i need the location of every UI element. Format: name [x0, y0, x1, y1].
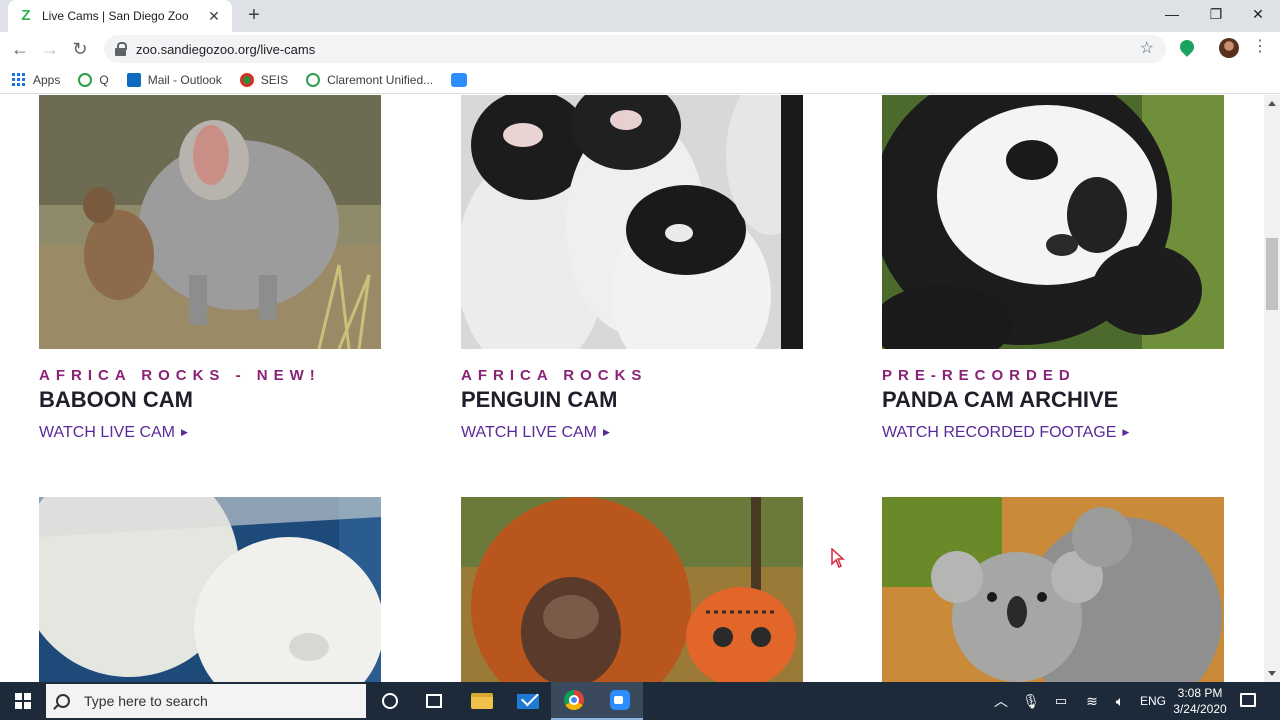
- show-hidden-icons-chevron-icon[interactable]: ︿: [992, 682, 1010, 720]
- volume-icon[interactable]: 🔈︎: [1110, 682, 1130, 720]
- wifi-icon[interactable]: ≋: [1082, 682, 1102, 720]
- start-button[interactable]: [0, 682, 46, 720]
- live-cams-grid: AFRICA ROCKS - NEW! BABOON CAM WATCH LIV…: [0, 95, 1264, 682]
- forward-button[interactable]: →: [38, 37, 62, 61]
- minimize-button[interactable]: —: [1150, 0, 1194, 30]
- apps-grid-icon: [12, 73, 25, 86]
- file-explorer-button[interactable]: [459, 682, 505, 720]
- chrome-taskbar-button[interactable]: [551, 682, 597, 720]
- link-label: WATCH LIVE CAM: [461, 424, 598, 441]
- reload-button[interactable]: ↻: [68, 37, 92, 61]
- chrome-icon: [564, 690, 584, 710]
- q-icon: [306, 72, 321, 87]
- search-icon: [56, 694, 70, 708]
- card-title: PENGUIN CAM: [461, 387, 618, 412]
- bookmark-zoom[interactable]: [451, 72, 474, 87]
- q-icon: [78, 72, 93, 87]
- bookmark-claremont[interactable]: Claremont Unified...: [306, 72, 434, 87]
- panda-cam-image[interactable]: [882, 95, 1224, 349]
- page-scrollbar[interactable]: [1264, 95, 1280, 682]
- mail-app-button[interactable]: [505, 682, 551, 720]
- zoom-icon: [610, 690, 630, 710]
- baboon-cam-image[interactable]: [39, 95, 381, 349]
- watch-recorded-footage-link[interactable]: WATCH RECORDED FOOTAGE ▶: [882, 424, 1129, 442]
- koala-cam-image[interactable]: [882, 497, 1224, 682]
- link-label: WATCH LIVE CAM: [39, 424, 176, 441]
- action-center-icon[interactable]: [1240, 693, 1256, 707]
- scroll-down-arrow-icon[interactable]: [1268, 671, 1276, 676]
- browser-toolbar: ← → ↻ zoo.sandiegozoo.org/live-cams ☆: [0, 32, 1280, 66]
- play-arrow-icon: ▶: [603, 427, 610, 437]
- play-arrow-icon: ▶: [1122, 427, 1130, 437]
- tab-title: Live Cams | San Diego Zoo: [42, 9, 189, 23]
- zoom-icon: [451, 72, 468, 87]
- watch-live-cam-link[interactable]: WATCH LIVE CAM ▶: [461, 424, 610, 442]
- bookmark-q[interactable]: Q: [78, 72, 109, 87]
- cortana-icon: [382, 693, 398, 709]
- clock-time: 3:08 PM: [1177, 686, 1223, 700]
- search-placeholder: Type here to search: [84, 693, 208, 709]
- language-indicator[interactable]: ENG: [1138, 682, 1168, 720]
- card-kicker: AFRICA ROCKS: [461, 367, 648, 384]
- card-title: PANDA CAM ARCHIVE: [882, 387, 1119, 412]
- mail-icon: [517, 693, 539, 709]
- card-kicker: AFRICA ROCKS - NEW!: [39, 367, 321, 384]
- zoom-taskbar-button[interactable]: [597, 682, 643, 720]
- scroll-thumb[interactable]: [1266, 238, 1278, 310]
- seis-icon: [239, 72, 254, 87]
- bookmark-label: Q: [99, 72, 109, 87]
- profile-avatar[interactable]: [1219, 38, 1239, 58]
- bookmark-label: Claremont Unified...: [327, 72, 434, 87]
- task-view-icon: [426, 694, 442, 708]
- microphone-icon[interactable]: 🎙︎: [1022, 682, 1040, 720]
- address-bar[interactable]: zoo.sandiegozoo.org/live-cams ☆: [104, 35, 1166, 63]
- close-tab-icon[interactable]: ✕: [206, 8, 222, 25]
- folder-icon: [471, 693, 493, 709]
- bookmark-star-icon[interactable]: ☆: [1140, 38, 1154, 58]
- card-kicker: PRE-RECORDED: [882, 367, 1076, 384]
- mouse-cursor-icon: [831, 548, 845, 568]
- play-arrow-icon: ▶: [181, 427, 188, 437]
- clock-date: 3/24/2020: [1173, 702, 1227, 716]
- chrome-menu-icon[interactable]: ⋮: [1252, 38, 1268, 56]
- polar-bear-cam-image[interactable]: [39, 497, 381, 682]
- battery-icon[interactable]: ▭: [1052, 682, 1070, 720]
- clock[interactable]: 3:08 PM 3/24/2020: [1168, 685, 1232, 717]
- bookmark-apps[interactable]: Apps: [12, 73, 60, 87]
- windows-taskbar: Type here to search ︿ 🎙︎ ▭ ≋ 🔈︎ ENG 3:08…: [0, 682, 1280, 720]
- bookmark-label: Mail - Outlook: [147, 72, 222, 87]
- maximize-button[interactable]: ❐: [1194, 0, 1238, 30]
- task-view-button[interactable]: [411, 682, 457, 720]
- orangutan-cam-image[interactable]: [461, 497, 803, 682]
- close-window-button[interactable]: ✕: [1236, 0, 1280, 30]
- card-title: BABOON CAM: [39, 387, 193, 412]
- link-label: WATCH RECORDED FOOTAGE: [882, 424, 1117, 441]
- scroll-up-arrow-icon[interactable]: [1268, 101, 1276, 106]
- taskbar-search[interactable]: Type here to search: [46, 684, 366, 718]
- watch-live-cam-link[interactable]: WATCH LIVE CAM ▶: [39, 424, 188, 442]
- cortana-button[interactable]: [367, 682, 413, 720]
- bookmark-seis[interactable]: SEIS: [239, 72, 289, 87]
- back-button[interactable]: ←: [8, 37, 32, 61]
- url-text: zoo.sandiegozoo.org/live-cams: [136, 41, 316, 57]
- windows-logo-icon: [15, 693, 31, 709]
- bookmark-mail-outlook[interactable]: Mail - Outlook: [126, 72, 222, 87]
- tab-strip: Z Live Cams | San Diego Zoo ✕ + — ❐ ✕: [0, 0, 1280, 32]
- browser-tab[interactable]: Z Live Cams | San Diego Zoo ✕: [8, 0, 232, 32]
- new-tab-button[interactable]: +: [242, 4, 266, 28]
- bookmarks-bar: Apps Q Mail - Outlook SEIS Claremont Uni…: [0, 66, 1280, 94]
- bookmark-label: SEIS: [260, 72, 289, 87]
- zoo-favicon-icon: Z: [21, 7, 31, 24]
- lock-icon[interactable]: [114, 42, 128, 56]
- bookmark-label: Apps: [33, 72, 61, 87]
- penguin-cam-image[interactable]: [461, 95, 803, 349]
- outlook-icon: [126, 72, 141, 87]
